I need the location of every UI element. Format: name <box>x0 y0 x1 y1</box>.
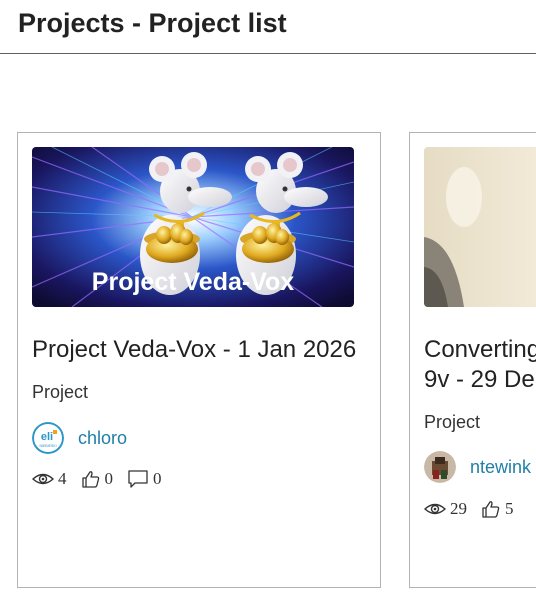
comments-count: 0 <box>153 469 162 488</box>
likes-stat[interactable]: 0 <box>81 469 114 489</box>
avatar-logo-text: eli <box>41 431 53 443</box>
thumbnail-caption: Project Veda-Vox <box>92 268 294 296</box>
author-name-link[interactable]: ntewink <box>470 457 531 478</box>
views-count: 29 <box>450 499 467 518</box>
project-thumbnail[interactable] <box>424 147 536 307</box>
likes-count: 0 <box>104 469 114 488</box>
project-title-line: 9v - 29 De <box>424 366 535 393</box>
author-avatar[interactable] <box>424 451 456 483</box>
project-type: Project <box>32 382 89 402</box>
project-list: Project Veda-Vox Project Veda-Vox - 1 Ja… <box>0 0 536 606</box>
author-avatar[interactable]: eli NIEBIESKI <box>32 422 64 454</box>
project-type: Project <box>424 412 481 432</box>
project-author[interactable]: ntewink <box>424 451 531 483</box>
thumbnail-image: Project Veda-Vox <box>32 147 354 307</box>
comments-stat[interactable]: 0 <box>127 469 162 489</box>
eye-icon <box>424 503 446 515</box>
views-stat: 29 <box>424 499 467 519</box>
likes-stat[interactable]: 5 <box>481 499 514 519</box>
views-stat: 4 <box>32 469 67 489</box>
project-stats: 4 0 0 <box>32 469 176 489</box>
views-count: 4 <box>58 469 67 488</box>
comment-icon <box>128 470 148 488</box>
project-stats: 29 5 <box>424 499 528 519</box>
avatar-logo-subtext: NIEBIESKI <box>39 444 56 448</box>
thumbnail-image <box>424 147 536 307</box>
eye-icon <box>32 473 54 485</box>
likes-count: 5 <box>505 499 514 518</box>
project-card[interactable]: Converting 9v - 29 De Project ntewink 29… <box>409 132 536 588</box>
project-author[interactable]: eli NIEBIESKI chloro <box>32 422 127 454</box>
author-name-link[interactable]: chloro <box>78 428 127 449</box>
thumbs-up-icon <box>482 501 500 518</box>
project-title[interactable]: Project Veda-Vox - 1 Jan 2026 <box>32 335 377 365</box>
project-card[interactable]: Project Veda-Vox Project Veda-Vox - 1 Ja… <box>17 132 381 588</box>
project-title[interactable]: Converting 9v - 29 De <box>424 335 536 395</box>
project-title-line: Converting <box>424 336 536 363</box>
thumbs-up-icon <box>81 471 99 488</box>
project-thumbnail[interactable]: Project Veda-Vox <box>32 147 354 307</box>
